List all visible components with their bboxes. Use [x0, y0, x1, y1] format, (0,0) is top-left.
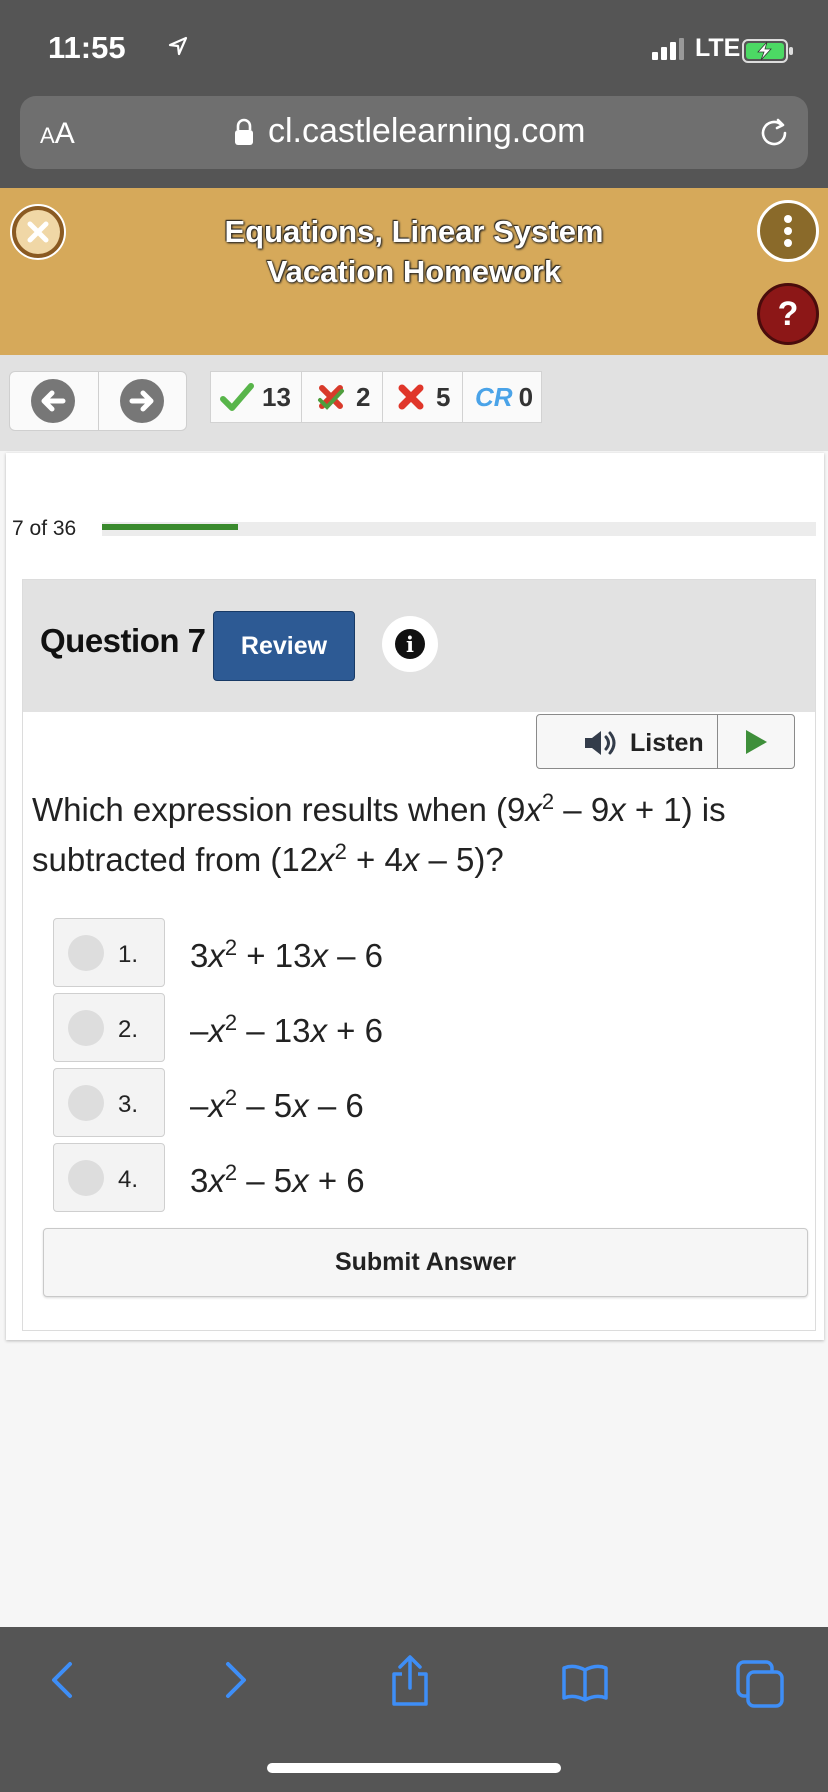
- answer-choice-1[interactable]: 1.: [53, 918, 165, 987]
- text-size-small-a: A: [40, 123, 55, 148]
- battery-charging-icon: [742, 39, 793, 63]
- question-text: Which expression results when (9x2 – 9x …: [32, 789, 726, 879]
- answer-choice-3[interactable]: 3.: [53, 1068, 165, 1137]
- next-question-button[interactable]: [120, 379, 164, 423]
- listen-divider: [717, 714, 718, 769]
- listen-label[interactable]: Listen: [630, 729, 704, 758]
- progress-fill: [102, 524, 238, 530]
- choice-number: 1.: [118, 941, 139, 968]
- arrow-right-icon: [129, 390, 154, 412]
- partial-count-value: 2: [356, 381, 371, 412]
- close-icon: [16, 210, 60, 254]
- question-number: Question 7: [40, 622, 206, 659]
- choice-text[interactable]: 3x2 + 13x – 6: [190, 937, 383, 975]
- correct-count-value: 13: [262, 381, 291, 412]
- browser-forward-icon[interactable]: [216, 1650, 256, 1710]
- speaker-icon: [585, 731, 616, 755]
- checkmark-icon: [220, 383, 254, 411]
- review-button[interactable]: Review: [213, 611, 355, 681]
- incorrect-count: 5: [396, 371, 450, 423]
- cr-count: CR 0: [475, 371, 533, 423]
- score-divider: [462, 371, 463, 423]
- radio-button[interactable]: [68, 1085, 104, 1121]
- previous-question-button[interactable]: [31, 379, 75, 423]
- lock-icon: [235, 118, 253, 145]
- choice-number: 2.: [118, 1016, 139, 1043]
- assignment-title: Equations, Linear System Vacation Homewo…: [224, 214, 604, 289]
- play-icon[interactable]: [743, 728, 769, 756]
- progress-label: 7 of 36: [12, 517, 77, 540]
- score-divider: [301, 371, 302, 423]
- x-icon: [398, 384, 424, 410]
- help-button[interactable]: ?: [757, 283, 819, 345]
- location-arrow-icon: [168, 36, 188, 56]
- signal-strength-icon: [652, 38, 684, 60]
- more-options-button[interactable]: [757, 200, 819, 262]
- answer-choice-4[interactable]: 4.: [53, 1143, 165, 1212]
- choice-text[interactable]: –x2 – 5x – 6: [190, 1087, 364, 1125]
- radio-button[interactable]: [68, 935, 104, 971]
- reload-icon[interactable]: [756, 115, 792, 151]
- choice-text[interactable]: 3x2 – 5x + 6: [190, 1162, 365, 1200]
- status-time: 11:55: [48, 30, 126, 65]
- arrow-left-icon: [41, 390, 66, 412]
- partial-x-check-icon: [318, 385, 344, 410]
- partial-count: 2: [316, 371, 370, 423]
- tabs-icon[interactable]: [734, 1650, 786, 1710]
- home-indicator: [267, 1763, 561, 1773]
- correct-count: 13: [220, 371, 291, 423]
- bookmarks-icon[interactable]: [560, 1650, 610, 1710]
- browser-back-icon[interactable]: [42, 1650, 82, 1710]
- vertical-dots-icon: [784, 215, 792, 247]
- radio-button[interactable]: [68, 1160, 104, 1196]
- choice-number: 4.: [118, 1166, 139, 1193]
- nav-divider: [98, 371, 99, 431]
- close-button[interactable]: [10, 204, 66, 260]
- incorrect-count-value: 5: [436, 381, 451, 412]
- info-icon: i: [395, 629, 425, 659]
- cr-label: CR: [475, 381, 513, 412]
- radio-button[interactable]: [68, 1010, 104, 1046]
- network-type: LTE: [695, 34, 741, 62]
- answer-choice-2[interactable]: 2.: [53, 993, 165, 1062]
- text-size-large-a: A: [54, 117, 75, 150]
- text-size-button[interactable]: AA: [40, 117, 75, 151]
- info-button[interactable]: i: [382, 616, 438, 672]
- submit-answer-button[interactable]: Submit Answer: [43, 1228, 808, 1297]
- cr-count-value: 0: [518, 381, 534, 412]
- choice-text[interactable]: –x2 – 13x + 6: [190, 1012, 383, 1050]
- url-text[interactable]: cl.castlelearning.com: [268, 112, 585, 151]
- score-divider: [382, 371, 383, 423]
- share-icon[interactable]: [388, 1650, 432, 1710]
- choice-number: 3.: [118, 1091, 139, 1118]
